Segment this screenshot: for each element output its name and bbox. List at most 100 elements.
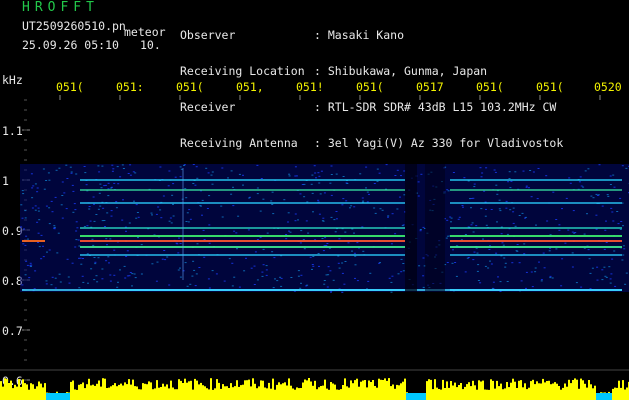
noise-speck xyxy=(447,190,450,192)
noise-speck xyxy=(231,262,234,264)
noise-speck xyxy=(391,275,394,277)
noise-speck xyxy=(485,208,487,210)
noise-speck xyxy=(79,257,82,259)
noise-speck xyxy=(309,256,312,258)
noise-speck xyxy=(587,249,590,251)
noise-speck xyxy=(238,173,241,175)
noise-speck xyxy=(299,287,302,289)
power-bar xyxy=(44,383,46,400)
noise-speck xyxy=(23,228,25,230)
power-bar xyxy=(430,379,432,400)
power-bar xyxy=(254,383,256,400)
power-bar xyxy=(180,380,182,400)
noise-speck xyxy=(505,200,508,202)
noise-speck xyxy=(265,265,268,267)
noise-speck xyxy=(603,248,606,250)
noise-speck xyxy=(256,187,259,189)
noise-speck xyxy=(601,269,604,271)
noise-speck xyxy=(93,203,95,205)
noise-speck xyxy=(124,277,127,279)
noise-speck xyxy=(338,238,341,240)
noise-speck xyxy=(315,177,317,179)
noise-speck xyxy=(567,229,570,231)
noise-speck xyxy=(329,182,332,184)
noise-speck xyxy=(619,229,622,230)
noise-speck xyxy=(31,197,34,199)
noise-speck xyxy=(98,192,101,194)
noise-speck xyxy=(625,167,628,169)
noise-speck xyxy=(317,253,320,254)
power-bar xyxy=(176,389,178,400)
power-bar xyxy=(478,380,480,400)
noise-speck xyxy=(28,277,31,279)
noise-speck xyxy=(289,231,292,233)
noise-speck xyxy=(107,256,110,258)
noise-speck xyxy=(345,200,348,202)
noise-speck xyxy=(312,256,315,257)
noise-speck xyxy=(498,208,501,210)
power-bar xyxy=(434,379,436,400)
noise-speck xyxy=(487,267,490,269)
noise-speck xyxy=(107,188,110,190)
noise-speck xyxy=(211,171,214,173)
noise-speck xyxy=(479,282,482,284)
noise-speck xyxy=(274,278,276,280)
noise-speck xyxy=(116,286,119,288)
noise-speck xyxy=(223,280,226,282)
noise-speck xyxy=(588,258,591,260)
noise-speck xyxy=(321,238,324,239)
noise-speck xyxy=(621,259,624,261)
noise-speck xyxy=(525,185,528,187)
noise-speck xyxy=(500,233,503,235)
noise-speck xyxy=(320,170,323,172)
noise-speck xyxy=(610,273,613,275)
noise-speck xyxy=(552,191,555,193)
noise-speck xyxy=(540,279,543,281)
noise-speck xyxy=(525,287,527,289)
noise-speck xyxy=(473,183,476,185)
power-bar xyxy=(158,387,160,400)
noise-speck xyxy=(342,198,345,200)
power-bar xyxy=(330,382,332,400)
power-bar xyxy=(358,386,360,400)
noise-speck xyxy=(122,168,125,169)
noise-speck xyxy=(367,280,370,282)
noise-speck xyxy=(354,264,357,266)
noise-speck xyxy=(89,220,92,222)
noise-speck xyxy=(595,193,598,195)
power-bar xyxy=(380,379,382,400)
noise-speck xyxy=(256,164,259,166)
power-bar xyxy=(542,378,544,400)
noise-speck xyxy=(245,257,247,259)
noise-speck xyxy=(187,221,190,223)
noise-speck xyxy=(279,276,282,278)
noise-speck xyxy=(238,286,241,288)
power-bar xyxy=(364,380,366,400)
noise-speck xyxy=(265,269,268,271)
noise-speck xyxy=(611,258,614,260)
noise-speck xyxy=(537,168,540,169)
power-bar xyxy=(224,386,226,400)
power-bar xyxy=(268,382,270,400)
power-bar xyxy=(618,380,620,400)
noise-speck xyxy=(378,262,381,264)
power-bar xyxy=(452,385,454,400)
noise-speck xyxy=(621,165,624,167)
noise-speck xyxy=(178,237,180,239)
noise-speck xyxy=(584,170,587,172)
noise-speck xyxy=(270,200,273,202)
noise-speck xyxy=(25,260,28,262)
noise-speck xyxy=(54,287,57,289)
noise-speck xyxy=(302,239,305,241)
power-bar xyxy=(242,384,244,400)
noise-speck xyxy=(95,275,98,277)
power-bar xyxy=(198,384,200,400)
noise-speck xyxy=(545,175,548,177)
noise-speck xyxy=(211,183,214,185)
noise-speck xyxy=(381,209,384,211)
power-bar xyxy=(144,383,146,400)
power-bar xyxy=(278,382,280,400)
power-bar xyxy=(282,383,284,400)
noise-speck xyxy=(58,167,61,169)
noise-speck xyxy=(36,191,39,193)
